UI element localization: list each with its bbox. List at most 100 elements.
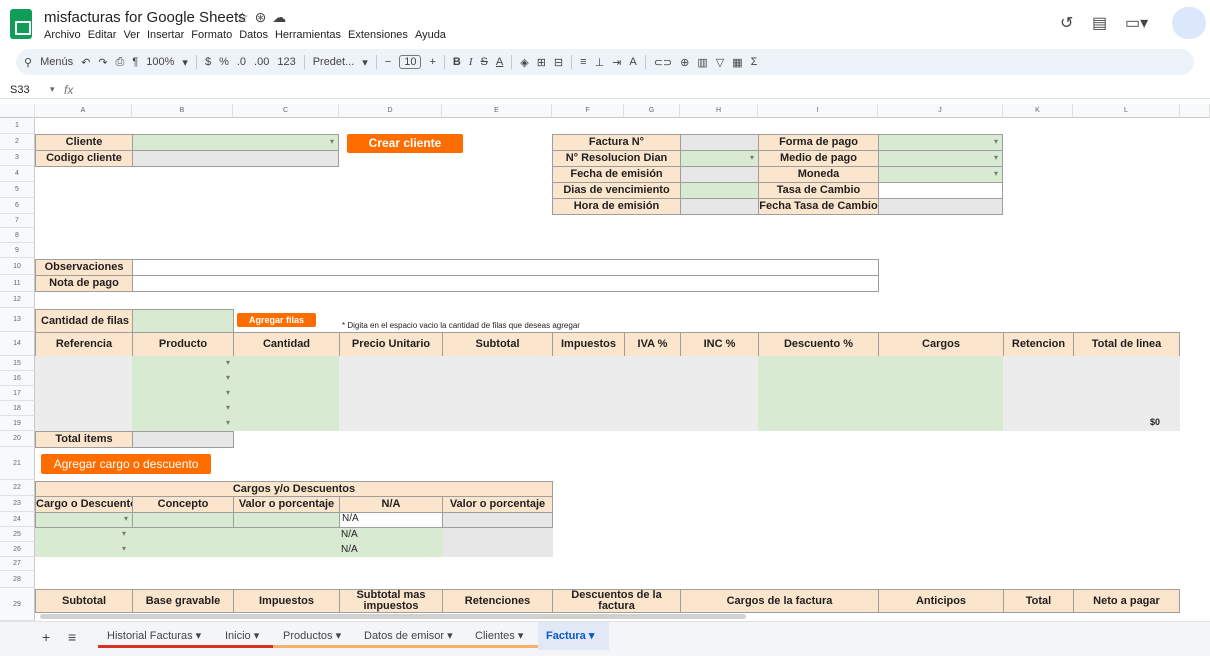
comment-icon[interactable]: ⊕ [680, 56, 689, 69]
concepto-cell[interactable] [132, 512, 234, 528]
row-header[interactable]: 4 [0, 166, 35, 182]
column-header-l[interactable]: L [1073, 104, 1180, 118]
valign-icon[interactable]: ⊥ [595, 56, 605, 69]
row-header[interactable]: 28 [0, 571, 35, 588]
chevron-down-icon[interactable]: ▾ [182, 56, 188, 69]
valor-cell[interactable] [233, 512, 340, 528]
column-header-i[interactable]: I [758, 104, 878, 118]
tab-datos-emisor[interactable]: Datos de emisor ▾ [364, 629, 453, 642]
undo-icon[interactable]: ↶ [81, 56, 90, 69]
fill-color-icon[interactable]: ◈ [520, 56, 528, 69]
horizontal-scrollbar[interactable] [40, 614, 746, 619]
move-icon[interactable]: ⊛ [255, 9, 273, 25]
column-header-a[interactable]: A [35, 104, 132, 118]
menu-ver[interactable]: Ver [123, 29, 140, 41]
number-format-button[interactable]: 123 [277, 56, 295, 68]
column-header-g[interactable]: G [624, 104, 680, 118]
meet-icon[interactable]: ▭▾ [1125, 13, 1148, 33]
agregar-filas-button[interactable]: Agregar filas [237, 313, 316, 327]
resolucion-select[interactable]: ▾ [680, 150, 759, 167]
column-header-e[interactable]: E [442, 104, 552, 118]
column-header-d[interactable]: D [339, 104, 442, 118]
row-header[interactable]: 13 [0, 308, 35, 332]
paint-format-icon[interactable]: ¶ [132, 56, 138, 68]
menu-extensiones[interactable]: Extensiones [348, 29, 408, 41]
link-icon[interactable]: ⊂⊃ [654, 56, 672, 69]
tasa-cambio-cell[interactable] [878, 182, 1003, 199]
rotate-icon[interactable]: A [629, 56, 636, 68]
cargos-rows[interactable]: ▾ ▾ N/A N/A [35, 528, 443, 557]
document-title[interactable]: misfacturas for Google Sheets [44, 9, 246, 26]
row-header[interactable]: 16 [0, 371, 35, 386]
zoom-select[interactable]: 100% [146, 56, 174, 68]
row-header[interactable]: 20 [0, 431, 35, 447]
row-header[interactable]: 1 [0, 118, 35, 134]
row-header[interactable]: 12 [0, 292, 35, 308]
tab-historial-facturas[interactable]: Historial Facturas ▾ [107, 629, 201, 642]
search-menus[interactable]: Menús [40, 56, 73, 68]
factura-n-cell[interactable] [680, 134, 759, 151]
row-header[interactable]: 24 [0, 512, 35, 527]
row-header[interactable]: 11 [0, 275, 35, 292]
medio-pago-select[interactable]: ▾ [878, 150, 1003, 167]
observaciones-cell[interactable] [132, 259, 879, 276]
plus-icon[interactable]: + [429, 56, 435, 68]
moneda-select[interactable]: ▾ [878, 166, 1003, 183]
merge-icon[interactable]: ⊟ [554, 56, 563, 69]
currency-button[interactable]: $ [205, 56, 211, 68]
increase-decimal-button[interactable]: .00 [254, 56, 269, 68]
row-header[interactable]: 18 [0, 401, 35, 416]
row-header[interactable]: 29 [0, 588, 35, 621]
row-header[interactable]: 22 [0, 480, 35, 496]
nota-pago-cell[interactable] [132, 275, 879, 292]
functions-icon[interactable]: Σ [751, 56, 758, 68]
filter-views-icon[interactable]: ▦ [732, 56, 742, 69]
italic-icon[interactable]: I [469, 56, 473, 68]
menu-editar[interactable]: Editar [88, 29, 117, 41]
add-sheet-icon[interactable]: + [42, 629, 50, 645]
row-header[interactable]: 19 [0, 416, 35, 431]
menu-herramientas[interactable]: Herramientas [275, 29, 341, 41]
menu-formato[interactable]: Formato [191, 29, 232, 41]
all-sheets-icon[interactable]: ≡ [68, 629, 76, 645]
select-all-corner[interactable] [0, 104, 35, 118]
dias-vencimiento-cell[interactable] [680, 182, 759, 199]
hora-emision-cell[interactable] [680, 198, 759, 215]
bold-icon[interactable]: B [453, 56, 461, 68]
minus-icon[interactable]: − [385, 56, 391, 68]
align-icon[interactable]: ≡ [580, 56, 586, 68]
tab-clientes[interactable]: Clientes ▾ [475, 629, 523, 642]
cargo-select[interactable]: ▾ [35, 512, 133, 528]
codigo-cliente-cell[interactable] [132, 150, 339, 167]
total-items-cell[interactable] [132, 431, 234, 448]
comments-icon[interactable]: ▤ [1092, 13, 1107, 33]
valor-porcentaje-rows[interactable] [443, 528, 553, 557]
forma-pago-select[interactable]: ▾ [878, 134, 1003, 151]
row-header[interactable]: 3 [0, 150, 35, 166]
chevron-down-icon[interactable]: ▾ [362, 56, 368, 69]
percent-button[interactable]: % [219, 56, 229, 68]
row-header[interactable]: 17 [0, 386, 35, 401]
tab-inicio[interactable]: Inicio ▾ [225, 629, 259, 642]
row-header[interactable]: 8 [0, 228, 35, 243]
decrease-decimal-button[interactable]: .0 [237, 56, 246, 68]
search-menus-icon[interactable]: ⚲ [24, 56, 32, 69]
producto-column[interactable]: ▾ ▾ ▾ ▾ ▾ [132, 356, 234, 431]
row-header[interactable]: 9 [0, 243, 35, 258]
row-header[interactable]: 10 [0, 258, 35, 275]
row-header[interactable]: 14 [0, 332, 35, 356]
wrap-icon[interactable]: ⇥ [612, 56, 621, 69]
crear-cliente-button[interactable]: Crear cliente [347, 134, 463, 153]
row-header[interactable]: 21 [0, 447, 35, 480]
row-header[interactable]: 25 [0, 527, 35, 542]
fecha-emision-cell[interactable] [680, 166, 759, 183]
name-box[interactable]: S33 [10, 84, 30, 96]
tab-factura[interactable]: Factura ▾ [546, 629, 594, 642]
tab-productos[interactable]: Productos ▾ [283, 629, 341, 642]
row-header[interactable]: 26 [0, 542, 35, 557]
column-header-h[interactable]: H [680, 104, 758, 118]
chevron-down-icon[interactable]: ▾ [50, 84, 55, 95]
row-header[interactable]: 23 [0, 496, 35, 512]
text-color-icon[interactable]: A [496, 56, 503, 68]
row-header[interactable]: 7 [0, 214, 35, 228]
